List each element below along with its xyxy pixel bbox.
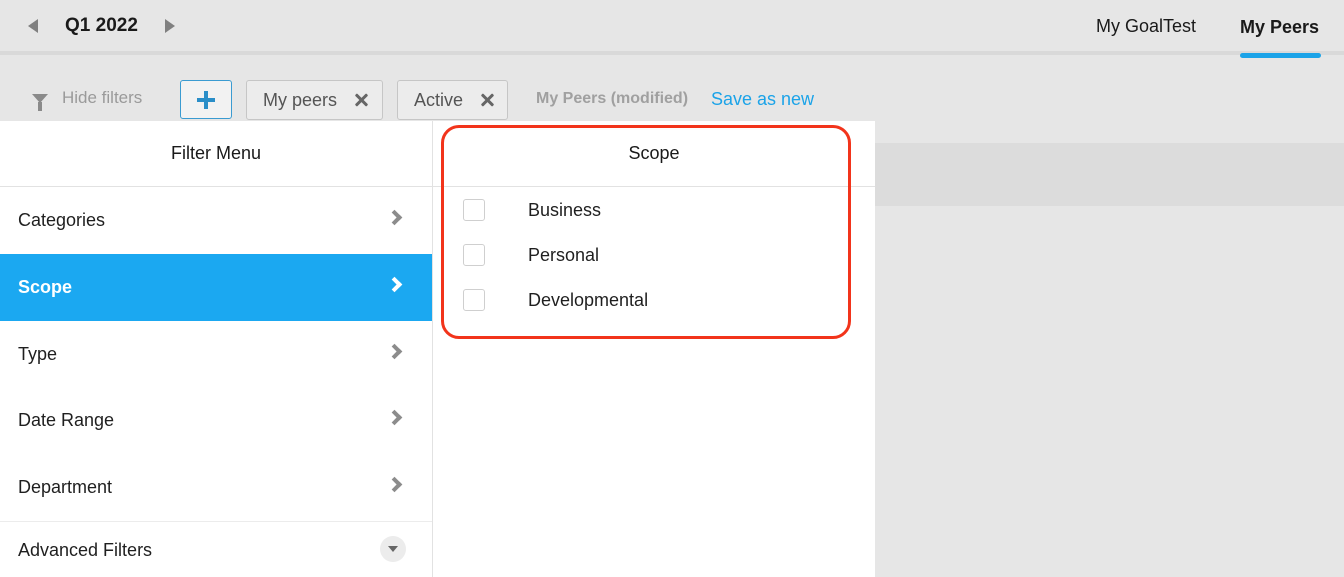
table-header-strip <box>875 143 1344 206</box>
filter-menu-item-label: Department <box>18 477 113 497</box>
scope-option-label: Personal <box>528 245 600 265</box>
checkbox[interactable] <box>463 289 485 311</box>
filter-menu-title: Filter Menu <box>0 121 432 187</box>
scope-option-business[interactable]: Business <box>463 198 601 222</box>
expand-advanced-button[interactable] <box>380 536 406 562</box>
hide-filters-label: Hide filters <box>62 88 143 107</box>
previous-period-button[interactable] <box>26 17 40 35</box>
filter-menu-column: Filter Menu Categories Scope Type Date R… <box>0 121 433 577</box>
hide-filters-button[interactable]: Hide filters <box>32 88 143 111</box>
tab-my-peers[interactable]: My Peers <box>1240 17 1319 38</box>
filter-menu-item-department[interactable]: Department <box>0 454 432 521</box>
filter-menu-item-scope[interactable]: Scope <box>0 254 432 321</box>
filter-chip-label: My peers <box>263 89 338 110</box>
filter-menu-item-label: Type <box>18 344 58 364</box>
checkbox[interactable] <box>463 199 485 221</box>
filter-menu-item-type[interactable]: Type <box>0 321 432 388</box>
caret-right-icon <box>165 19 175 33</box>
filter-menu-item-label: Scope <box>18 277 73 297</box>
checkbox[interactable] <box>463 244 485 266</box>
caret-left-icon <box>28 19 38 33</box>
add-filter-button[interactable] <box>180 80 232 119</box>
saved-view-modified-label: My Peers (modified) <box>536 90 689 107</box>
filter-chip-label: Active <box>414 89 464 110</box>
caret-down-icon <box>388 546 398 552</box>
advanced-filters-toggle[interactable]: Advanced Filters <box>0 519 432 577</box>
filter-chip-active[interactable]: Active <box>397 80 508 120</box>
scope-option-developmental[interactable]: Developmental <box>463 288 648 312</box>
advanced-filters-label: Advanced Filters <box>18 539 153 560</box>
period-label: Q1 2022 <box>65 15 138 36</box>
filter-menu-item-categories[interactable]: Categories <box>0 187 432 254</box>
chevron-right-icon <box>386 476 403 493</box>
tab-my-goaltest[interactable]: My GoalTest <box>1096 16 1196 37</box>
remove-chip-icon[interactable] <box>355 93 369 107</box>
chevron-right-icon <box>386 343 403 360</box>
top-bar: Q1 2022 My GoalTest My Peers <box>0 0 1344 55</box>
chevron-right-icon <box>386 276 403 293</box>
chevron-right-icon <box>386 409 403 426</box>
scope-option-label: Developmental <box>528 290 649 310</box>
scope-option-personal[interactable]: Personal <box>463 243 599 267</box>
scope-option-label: Business <box>528 200 602 220</box>
scope-panel-title: Scope <box>433 121 875 187</box>
chevron-right-icon <box>386 209 403 226</box>
filter-menu-panel: Filter Menu Categories Scope Type Date R… <box>0 121 875 577</box>
filter-menu-item-date-range[interactable]: Date Range <box>0 387 432 454</box>
next-period-button[interactable] <box>163 17 177 35</box>
plus-icon <box>197 90 215 109</box>
active-tab-indicator <box>1240 53 1321 58</box>
save-as-new-link[interactable]: Save as new <box>711 89 814 110</box>
filter-menu-item-label: Date Range <box>18 410 115 430</box>
funnel-icon <box>32 93 48 111</box>
remove-chip-icon[interactable] <box>481 93 495 107</box>
filter-menu-item-label: Categories <box>18 210 106 230</box>
scope-options-column: Scope Business Personal Developmental <box>433 121 875 577</box>
filter-chip-my-peers[interactable]: My peers <box>246 80 383 120</box>
